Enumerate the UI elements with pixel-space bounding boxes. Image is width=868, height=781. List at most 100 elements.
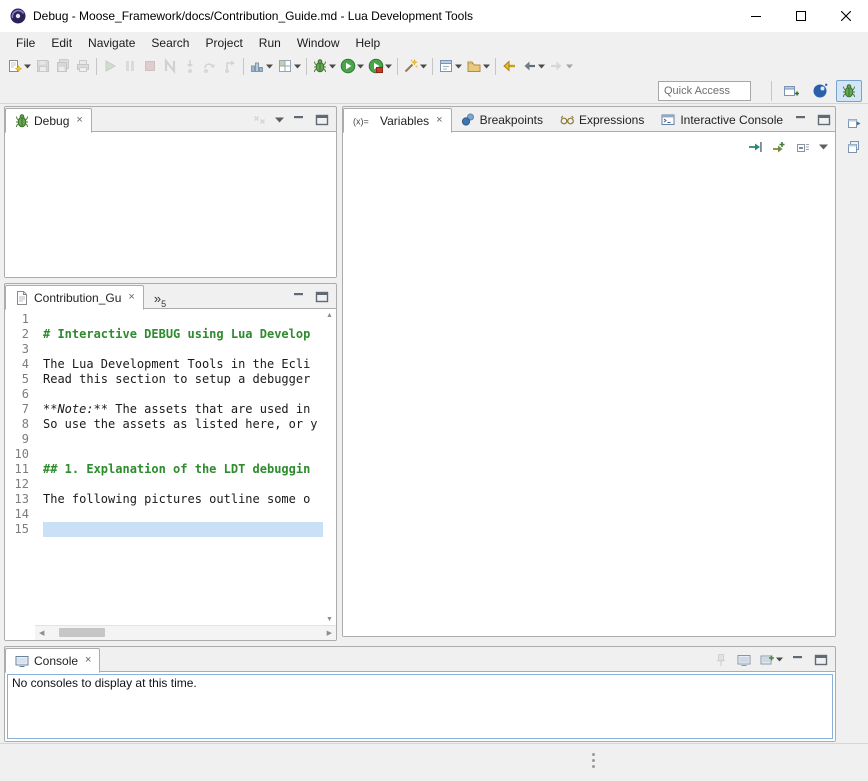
line-number-gutter[interactable]: 123456789101112131415	[5, 309, 35, 626]
scroll-down-icon[interactable]	[326, 616, 333, 623]
external-tools-button[interactable]	[366, 55, 394, 77]
window-maximize-button[interactable]	[778, 0, 823, 32]
open-type-button[interactable]	[436, 55, 464, 77]
maximize-view-button[interactable]	[814, 109, 834, 131]
forward-icon	[549, 58, 565, 74]
window-controls	[733, 0, 868, 32]
lua-perspective-button[interactable]	[807, 80, 833, 102]
debug-perspective-button[interactable]	[836, 80, 862, 102]
minimize-view-button[interactable]	[791, 109, 811, 131]
tab-label: Debug	[34, 114, 69, 128]
minimize-view-button[interactable]	[289, 109, 309, 131]
collapse-all-icon	[795, 139, 811, 155]
add-watch-expression-button[interactable]	[769, 136, 789, 158]
save-button	[33, 55, 53, 77]
editor-vertical-scrollbar[interactable]	[323, 309, 336, 626]
tab-close-icon[interactable]	[76, 115, 82, 126]
editor-text-area[interactable]: # Interactive DEBUG using Lua DevelopThe…	[43, 309, 323, 626]
view-menu-button[interactable]	[817, 136, 830, 158]
window-minimize-button[interactable]	[733, 0, 778, 32]
scrollbar-thumb[interactable]	[59, 628, 105, 637]
window-close-button[interactable]	[823, 0, 868, 32]
menu-project[interactable]: Project	[197, 34, 250, 52]
dropdown-arrow-icon[interactable]	[538, 64, 545, 69]
menu-search[interactable]: Search	[143, 34, 197, 52]
quick-access-input[interactable]: Quick Access	[658, 81, 751, 101]
scroll-up-icon[interactable]	[326, 312, 333, 319]
minimize-window-icon	[751, 11, 761, 21]
dropdown-arrow-icon[interactable]	[24, 64, 31, 69]
menu-help[interactable]: Help	[348, 34, 389, 52]
debug-view-content[interactable]	[5, 131, 336, 277]
tab-debug[interactable]: Debug	[5, 108, 92, 133]
view-menu-button[interactable]	[273, 109, 286, 131]
toolbar-divider	[0, 103, 868, 104]
coverage-button[interactable]	[275, 55, 303, 77]
new-button[interactable]	[5, 55, 33, 77]
app-icon	[10, 8, 26, 24]
menu-window[interactable]: Window	[289, 34, 348, 52]
editor-line: So use the assets as listed here, or y	[43, 417, 323, 432]
view-menu-icon	[275, 117, 284, 123]
dropdown-arrow-icon[interactable]	[329, 64, 336, 69]
tab-close-icon[interactable]	[128, 292, 134, 303]
show-logical-structure-button[interactable]	[745, 136, 765, 158]
minimize-icon	[790, 652, 806, 668]
tab-interactive-console[interactable]: Interactive Console	[652, 108, 791, 132]
debug-view-toolbar	[250, 109, 336, 131]
minimize-view-button[interactable]	[289, 286, 309, 308]
resume-icon	[102, 58, 118, 74]
dropdown-arrow-icon[interactable]	[420, 64, 427, 69]
resize-grip[interactable]	[592, 753, 595, 756]
dropdown-arrow-icon[interactable]	[455, 64, 462, 69]
open-console-button[interactable]	[757, 649, 785, 671]
collapse-all-button[interactable]	[793, 136, 813, 158]
tab-breakpoints[interactable]: Breakpoints	[452, 108, 551, 132]
scroll-right-icon[interactable]	[327, 630, 332, 637]
dropdown-arrow-icon[interactable]	[566, 64, 573, 69]
restore-minimized-view-button[interactable]	[843, 112, 865, 134]
tab-expressions[interactable]: Expressions	[551, 108, 652, 132]
restore-view-icon	[846, 115, 862, 131]
step-return-button	[220, 55, 240, 77]
step-into-icon	[182, 58, 198, 74]
editor-line: ## 1. Explanation of the LDT debuggin	[43, 462, 323, 477]
console-output-area[interactable]: No consoles to display at this time.	[7, 674, 833, 739]
dropdown-arrow-icon[interactable]	[294, 64, 301, 69]
maximize-view-button[interactable]	[312, 286, 332, 308]
dropdown-arrow-icon[interactable]	[385, 64, 392, 69]
display-selected-console-button[interactable]	[734, 649, 754, 671]
menu-run[interactable]: Run	[251, 34, 289, 52]
dropdown-arrow-icon[interactable]	[357, 64, 364, 69]
menu-file[interactable]: File	[8, 34, 43, 52]
save-all-icon	[55, 58, 71, 74]
tab-console[interactable]: Console	[5, 648, 100, 673]
last-edit-location-button[interactable]	[499, 55, 519, 77]
variables-content[interactable]	[343, 131, 835, 636]
dropdown-arrow-icon[interactable]	[776, 657, 783, 662]
debug-launch-button[interactable]	[310, 55, 338, 77]
back-button[interactable]	[519, 55, 547, 77]
editor-tab-overflow-button[interactable]: 5	[144, 290, 172, 309]
tab-close-icon[interactable]	[436, 115, 442, 126]
run-launch-button[interactable]	[338, 55, 366, 77]
maximize-icon	[314, 112, 330, 128]
new-package-button[interactable]	[464, 55, 492, 77]
profile-button[interactable]	[247, 55, 275, 77]
restore-minimized-view-2-button[interactable]	[843, 136, 865, 158]
open-perspective-button[interactable]	[778, 80, 804, 102]
dropdown-arrow-icon[interactable]	[483, 64, 490, 69]
maximize-view-button[interactable]	[312, 109, 332, 131]
menu-navigate[interactable]: Navigate	[80, 34, 143, 52]
tab-contribution-guide[interactable]: Contribution_Gu	[5, 285, 144, 310]
dropdown-arrow-icon[interactable]	[266, 64, 273, 69]
editor-horizontal-scrollbar[interactable]	[35, 625, 336, 640]
scroll-left-icon[interactable]	[39, 630, 44, 637]
tab-variables[interactable]: (x)=Variables	[343, 108, 452, 133]
open-task-button[interactable]	[401, 55, 429, 77]
menu-edit[interactable]: Edit	[43, 34, 80, 52]
line-number: 15	[5, 522, 35, 537]
tab-close-icon[interactable]	[85, 655, 91, 666]
minimize-view-button[interactable]	[788, 649, 808, 671]
maximize-view-button[interactable]	[811, 649, 831, 671]
